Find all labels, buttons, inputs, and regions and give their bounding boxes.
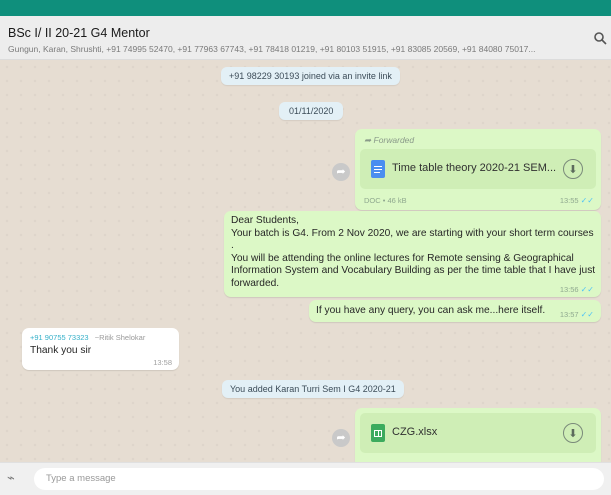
message-composer: ⌁ Type a message <box>0 462 611 495</box>
message-input[interactable]: Type a message <box>34 468 604 490</box>
message-body: Dear Students, Your batch is G4. From 2 … <box>231 215 596 289</box>
attach-icon[interactable]: ⌁ <box>7 470 15 486</box>
text-message[interactable]: Dear Students, Your batch is G4. From 2 … <box>224 211 601 297</box>
date-chip: 01/11/2020 <box>279 102 344 120</box>
forwarded-label: ➦ Forwarded <box>364 135 415 145</box>
message-body: Thank you sir <box>30 345 92 356</box>
read-ticks-icon: ✓✓ <box>580 285 594 294</box>
read-ticks-icon: ✓✓ <box>580 196 594 205</box>
document-card[interactable]: CZG.xlsx ⬇ <box>360 413 596 453</box>
forwarded-arrow-icon: ➦ <box>364 135 372 145</box>
download-icon[interactable]: ⬇ <box>563 423 583 443</box>
message-time: 13:58 <box>153 358 172 367</box>
document-meta: DOC • 46 kB <box>364 196 407 205</box>
joined-notice: +91 98229 30193 joined via an invite lin… <box>221 67 400 85</box>
read-ticks-icon: ✓✓ <box>580 310 594 319</box>
group-title[interactable]: BSc I/ II 20-21 G4 Mentor <box>8 26 150 40</box>
message-time: 13:55 ✓✓ <box>559 196 594 205</box>
window-top-bar <box>0 0 611 16</box>
forwarded-document-message[interactable]: ➦ Forwarded Time table theory 2020-21 SE… <box>355 129 601 210</box>
message-time: 13:57 ✓✓ <box>559 310 594 319</box>
message-time: 13:56 ✓✓ <box>559 285 594 294</box>
text-message[interactable]: If you have any query, you can ask me...… <box>309 300 601 322</box>
sender-name: ~Ritik Shelokar <box>94 333 146 342</box>
sender-phone[interactable]: +91 90755 73323 <box>30 333 89 342</box>
document-card[interactable]: Time table theory 2020-21 SEM... ⬇ <box>360 149 596 189</box>
incoming-message[interactable]: +91 90755 73323 ~Ritik Shelokar Thank yo… <box>22 328 179 370</box>
download-icon[interactable]: ⬇ <box>563 159 583 179</box>
chat-area[interactable]: +91 98229 30193 joined via an invite lin… <box>0 60 611 462</box>
chat-header[interactable]: BSc I/ II 20-21 G4 Mentor Gungun, Karan,… <box>0 16 611 60</box>
forward-button[interactable]: ➦ <box>332 429 350 447</box>
group-members: Gungun, Karan, Shrushti, +91 74995 52470… <box>8 44 536 54</box>
spreadsheet-file-icon <box>371 424 385 442</box>
doc-file-icon <box>371 160 385 178</box>
message-sender[interactable]: +91 90755 73323 ~Ritik Shelokar <box>30 333 145 342</box>
added-notice: You added Karan Turri Sem I G4 2020-21 <box>222 380 404 398</box>
search-icon[interactable] <box>593 31 607 45</box>
document-name: Time table theory 2020-21 SEM... <box>392 162 557 174</box>
message-body: If you have any query, you can ask me...… <box>316 305 546 316</box>
xlsx-document-message[interactable]: CZG.xlsx ⬇ <box>355 408 601 462</box>
forward-button[interactable]: ➦ <box>332 163 350 181</box>
document-name: CZG.xlsx <box>392 426 438 438</box>
